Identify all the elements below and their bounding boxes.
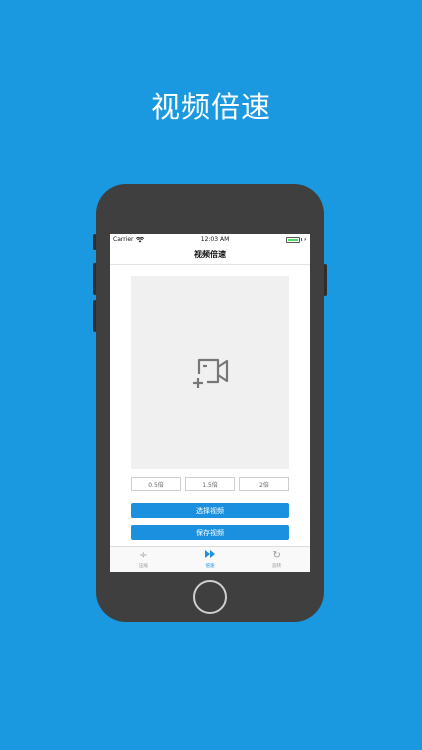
page-title: 视频倍速 (194, 250, 226, 259)
battery-icon: ⚡ (286, 236, 307, 243)
status-time: 12:03 AM (200, 236, 230, 243)
tab-compress[interactable]: ÷ 压缩 (118, 550, 168, 569)
tab-rotate[interactable]: ↻ 旋转 (252, 550, 302, 569)
add-video-icon[interactable] (190, 356, 230, 390)
speed-options: 0.5倍 1.5倍 2倍 (131, 477, 289, 491)
speed-option-0-5x[interactable]: 0.5倍 (131, 477, 181, 491)
speed-option-2x[interactable]: 2倍 (239, 477, 289, 491)
tab-label: 旋转 (272, 564, 282, 569)
tab-label: 压缩 (138, 564, 148, 569)
tab-speed[interactable]: 倍速 (185, 550, 235, 569)
compress-icon: ÷ (139, 550, 148, 561)
phone-frame: Carrier 12:03 AM ⚡ 视频倍速 0.5倍 1.5倍 2倍 选择视… (96, 184, 324, 622)
save-video-button[interactable]: 保存视频 (131, 525, 289, 540)
tab-bar: ÷ 压缩 倍速 ↻ 旋转 (110, 546, 310, 572)
speed-option-1-5x[interactable]: 1.5倍 (185, 477, 235, 491)
promo-headline: 视频倍速 (150, 90, 271, 124)
tab-label: 倍速 (205, 564, 215, 569)
select-video-button[interactable]: 选择视频 (131, 503, 289, 518)
navigation-bar: 视频倍速 (110, 245, 310, 265)
rotate-icon: ↻ (272, 550, 281, 561)
video-preview-area[interactable] (131, 276, 289, 469)
carrier-label: Carrier (113, 236, 134, 243)
wifi-icon (135, 236, 144, 242)
status-bar: Carrier 12:03 AM ⚡ (110, 234, 310, 245)
charging-icon: ⚡ (303, 236, 307, 243)
status-left: Carrier (113, 236, 144, 243)
fast-forward-icon (204, 550, 215, 561)
home-button (193, 580, 227, 614)
phone-screen: Carrier 12:03 AM ⚡ 视频倍速 0.5倍 1.5倍 2倍 选择视… (110, 234, 310, 572)
